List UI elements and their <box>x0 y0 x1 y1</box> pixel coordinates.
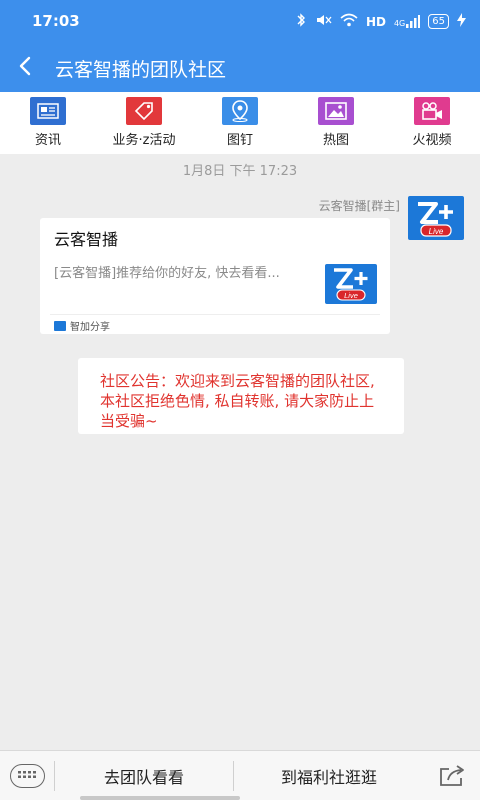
card-thumbnail: Live <box>325 264 377 304</box>
toolbar-label: 火视频 <box>412 133 452 148</box>
bluetooth-icon <box>296 13 306 30</box>
card-title: 云客智播 <box>54 230 119 249</box>
zplus-live-logo-icon: Live <box>334 268 368 301</box>
svg-text:Live: Live <box>429 227 444 236</box>
function-toolbar: 资讯 业务·z活动 图钉 热图 火视频 <box>0 92 480 154</box>
location-pin-icon <box>222 97 258 125</box>
signal-icon: 4G <box>393 15 421 28</box>
avatar[interactable]: Live <box>408 196 464 240</box>
toolbar-label: 资讯 <box>34 133 61 148</box>
share-icon <box>440 765 464 786</box>
toolbar-item-hot-image[interactable]: 热图 <box>288 92 384 154</box>
chevron-left-icon <box>19 56 31 76</box>
toolbar-item-news[interactable]: 资讯 <box>0 92 96 154</box>
back-button[interactable] <box>12 52 42 82</box>
divider <box>54 761 55 791</box>
notice-text: 社区公告：欢迎来到云客智播的团队社区,本社区拒绝色情, 私自转账, 请大家防止上… <box>100 372 375 430</box>
wifi-icon <box>340 13 358 30</box>
status-time: 17:03 <box>32 12 80 30</box>
toolbar-label: 图钉 <box>226 133 253 148</box>
svg-text:Live: Live <box>344 291 358 300</box>
community-notice: 社区公告：欢迎来到云客智播的团队社区,本社区拒绝色情, 私自转账, 请大家防止上… <box>78 358 404 434</box>
card-divider <box>50 314 380 315</box>
sender-name: 云客智播[群主] <box>318 199 400 213</box>
news-icon <box>30 97 66 125</box>
status-icons: HD 4G 65 <box>296 13 466 30</box>
card-source-label: 智加分享 <box>70 322 110 333</box>
shared-link-card[interactable]: 云客智播 [云客智播]推荐给你的好友, 快去看看... Live 智加分享 <box>40 218 390 334</box>
page-title: 云客智播的团队社区 <box>55 59 227 81</box>
toolbar-item-pin[interactable]: 图钉 <box>192 92 288 154</box>
toolbar-label: 热图 <box>322 133 349 148</box>
keyboard-icon <box>18 771 36 778</box>
toolbar-label: 业务·z活动 <box>112 133 176 148</box>
navigation-indicator <box>80 796 240 800</box>
chat-timestamp: 1月8日 下午 17:23 <box>182 164 298 179</box>
toolbar-item-activity[interactable]: 业务·z活动 <box>96 92 192 154</box>
network-type: HD <box>365 14 386 29</box>
source-logo-icon <box>54 320 66 331</box>
video-camera-icon <box>414 97 450 125</box>
go-team-button[interactable]: 去团队看看 <box>56 751 232 800</box>
zplus-live-logo-icon: Live <box>418 202 453 237</box>
status-bar: 17:03 HD 4G 65 <box>0 0 480 44</box>
toolbar-item-video[interactable]: 火视频 <box>384 92 480 154</box>
tag-icon <box>126 97 162 125</box>
charging-icon <box>457 13 466 30</box>
battery-icon: 65 <box>428 14 449 29</box>
go-welfare-button[interactable]: 到福利社逛逛 <box>234 751 424 800</box>
bottom-bar: 去团队看看 到福利社逛逛 <box>0 750 480 800</box>
image-icon <box>318 97 354 125</box>
card-source: 智加分享 <box>54 318 110 333</box>
signal-label: 4G <box>393 19 406 28</box>
title-bar: 云客智播的团队社区 <box>0 44 480 92</box>
mute-icon <box>314 13 332 30</box>
share-button[interactable] <box>437 763 467 789</box>
card-description: [云客智播]推荐给你的好友, 快去看看... <box>54 266 280 281</box>
keyboard-toggle-button[interactable] <box>10 764 45 788</box>
